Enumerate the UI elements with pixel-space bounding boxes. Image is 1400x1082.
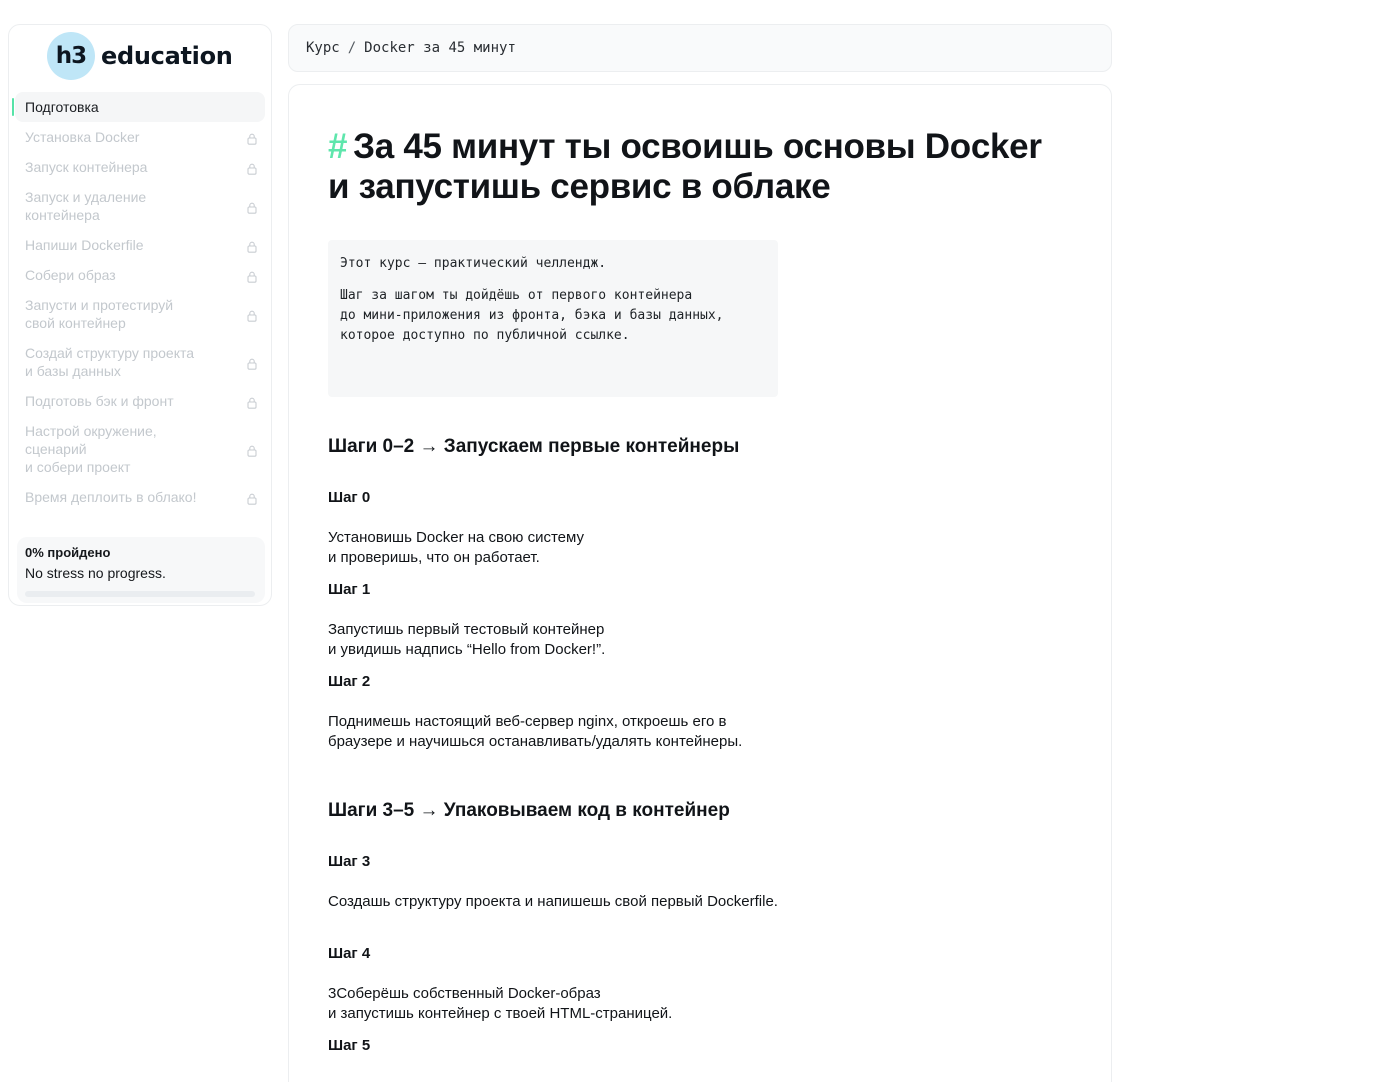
logo-word: education bbox=[101, 42, 233, 70]
step-title: Шаг 2 bbox=[328, 673, 371, 690]
lesson-content: # За 45 минут ты освоишь основы Docker и … bbox=[288, 84, 1112, 1082]
section-heading: Шаги 0–2 → Запускаем первые контейнеры bbox=[328, 436, 740, 457]
sidebar-item-label: Напиши Dockerfile bbox=[25, 237, 144, 253]
lock-icon bbox=[247, 200, 257, 214]
sidebar-item-label: Подготовь бэк и фронт bbox=[25, 393, 174, 409]
sidebar-item[interactable]: Напиши Dockerfile bbox=[15, 230, 265, 260]
sidebar-item-label: Настрой окружение, сценарий и собери про… bbox=[25, 423, 157, 475]
sidebar-item-label: Запуск и удаление контейнера bbox=[25, 189, 147, 223]
progress-bar bbox=[25, 591, 255, 597]
sidebar-item-label: Время деплоить в облако! bbox=[25, 489, 197, 505]
step-title: Шаг 1 bbox=[328, 581, 371, 598]
progress-title: 0% пройдено bbox=[25, 545, 111, 560]
sidebar-item[interactable]: Запусти и протестируй свой контейнер bbox=[15, 290, 265, 338]
step-title: Шаг 4 bbox=[328, 945, 371, 962]
sidebar-item[interactable]: Установка Docker bbox=[15, 122, 265, 152]
step-text: Создашь структуру проекта и напишешь сво… bbox=[328, 893, 778, 910]
lock-icon bbox=[247, 308, 257, 322]
lock-icon bbox=[247, 239, 257, 253]
page-title-text: За 45 минут ты освоишь основы Docker и з… bbox=[328, 127, 1042, 206]
sidebar-item[interactable]: Запуск контейнера bbox=[15, 152, 265, 182]
lock-icon bbox=[247, 131, 257, 145]
lock-icon bbox=[247, 161, 257, 175]
sidebar-item-label: Собери образ bbox=[25, 267, 116, 283]
sidebar-item[interactable]: Настрой окружение, сценарий и собери про… bbox=[15, 416, 265, 482]
sidebar-item-label: Запусти и протестируй свой контейнер bbox=[25, 297, 174, 331]
lock-icon bbox=[247, 395, 257, 409]
lock-icon bbox=[247, 269, 257, 283]
section-heading: Шаги 3–5 → Упаковываем код в контейнер bbox=[328, 800, 730, 821]
lock-icon bbox=[247, 443, 257, 457]
intro-line: Этот курс — практический челлендж. bbox=[340, 256, 607, 271]
breadcrumb-current: Docker за 45 минут bbox=[364, 40, 516, 56]
sidebar-item[interactable]: Подготовь бэк и фронт bbox=[15, 386, 265, 416]
logo-badge: h3 bbox=[47, 32, 95, 80]
sidebar: h3 education Подготовка Установка Docker З… bbox=[8, 24, 272, 606]
intro-code-block: Этот курс — практический челлендж. Шаг з… bbox=[328, 240, 778, 397]
sidebar-item[interactable]: Собери образ bbox=[15, 260, 265, 290]
step-title: Шаг 3 bbox=[328, 853, 371, 870]
page-title: # За 45 минут ты освоишь основы Docker и … bbox=[328, 127, 1048, 207]
logo[interactable]: h3 education bbox=[47, 32, 233, 80]
sidebar-item[interactable]: Подготовка bbox=[12, 92, 265, 122]
step-title: Шаг 5 bbox=[328, 1037, 371, 1054]
sidebar-item-label: Создай структуру проекта и базы данных bbox=[25, 345, 195, 379]
sidebar-item-label: Запуск контейнера bbox=[25, 159, 148, 175]
step-text: Поднимешь настоящий веб-сервер nginx, от… bbox=[328, 713, 743, 750]
lock-icon bbox=[247, 356, 257, 370]
sidebar-item[interactable]: Время деплоить в облако! bbox=[15, 482, 265, 512]
title-hash: # bbox=[328, 127, 348, 166]
sidebar-item[interactable]: Создай структуру проекта и базы данных bbox=[15, 338, 265, 386]
sidebar-item-label: Подготовка bbox=[25, 99, 99, 115]
step-title: Шаг 0 bbox=[328, 489, 371, 506]
breadcrumb-separator: / bbox=[347, 40, 357, 56]
sidebar-item[interactable]: Запуск и удаление контейнера bbox=[15, 182, 265, 230]
progress-card: 0% пройдено No stress no progress. bbox=[17, 537, 265, 603]
step-text: Запустишь первый тестовый контейнер и ув… bbox=[328, 621, 606, 658]
breadcrumb-root[interactable]: Курс bbox=[306, 40, 340, 56]
sidebar-item-label: Установка Docker bbox=[25, 129, 140, 145]
intro-line: Шаг за шагом ты дойдёшь от первого конте… bbox=[340, 288, 724, 343]
course-nav: Подготовка Установка Docker Запуск контейн… bbox=[9, 92, 271, 512]
step-text: 3Соберёшь собственный Docker-образ и зап… bbox=[328, 985, 673, 1022]
progress-subtitle: No stress no progress. bbox=[25, 565, 166, 581]
lock-icon bbox=[247, 491, 257, 505]
breadcrumb: Курс / Docker за 45 минут bbox=[288, 24, 1112, 72]
step-text: Установишь Docker на свою систему и пров… bbox=[328, 529, 584, 566]
